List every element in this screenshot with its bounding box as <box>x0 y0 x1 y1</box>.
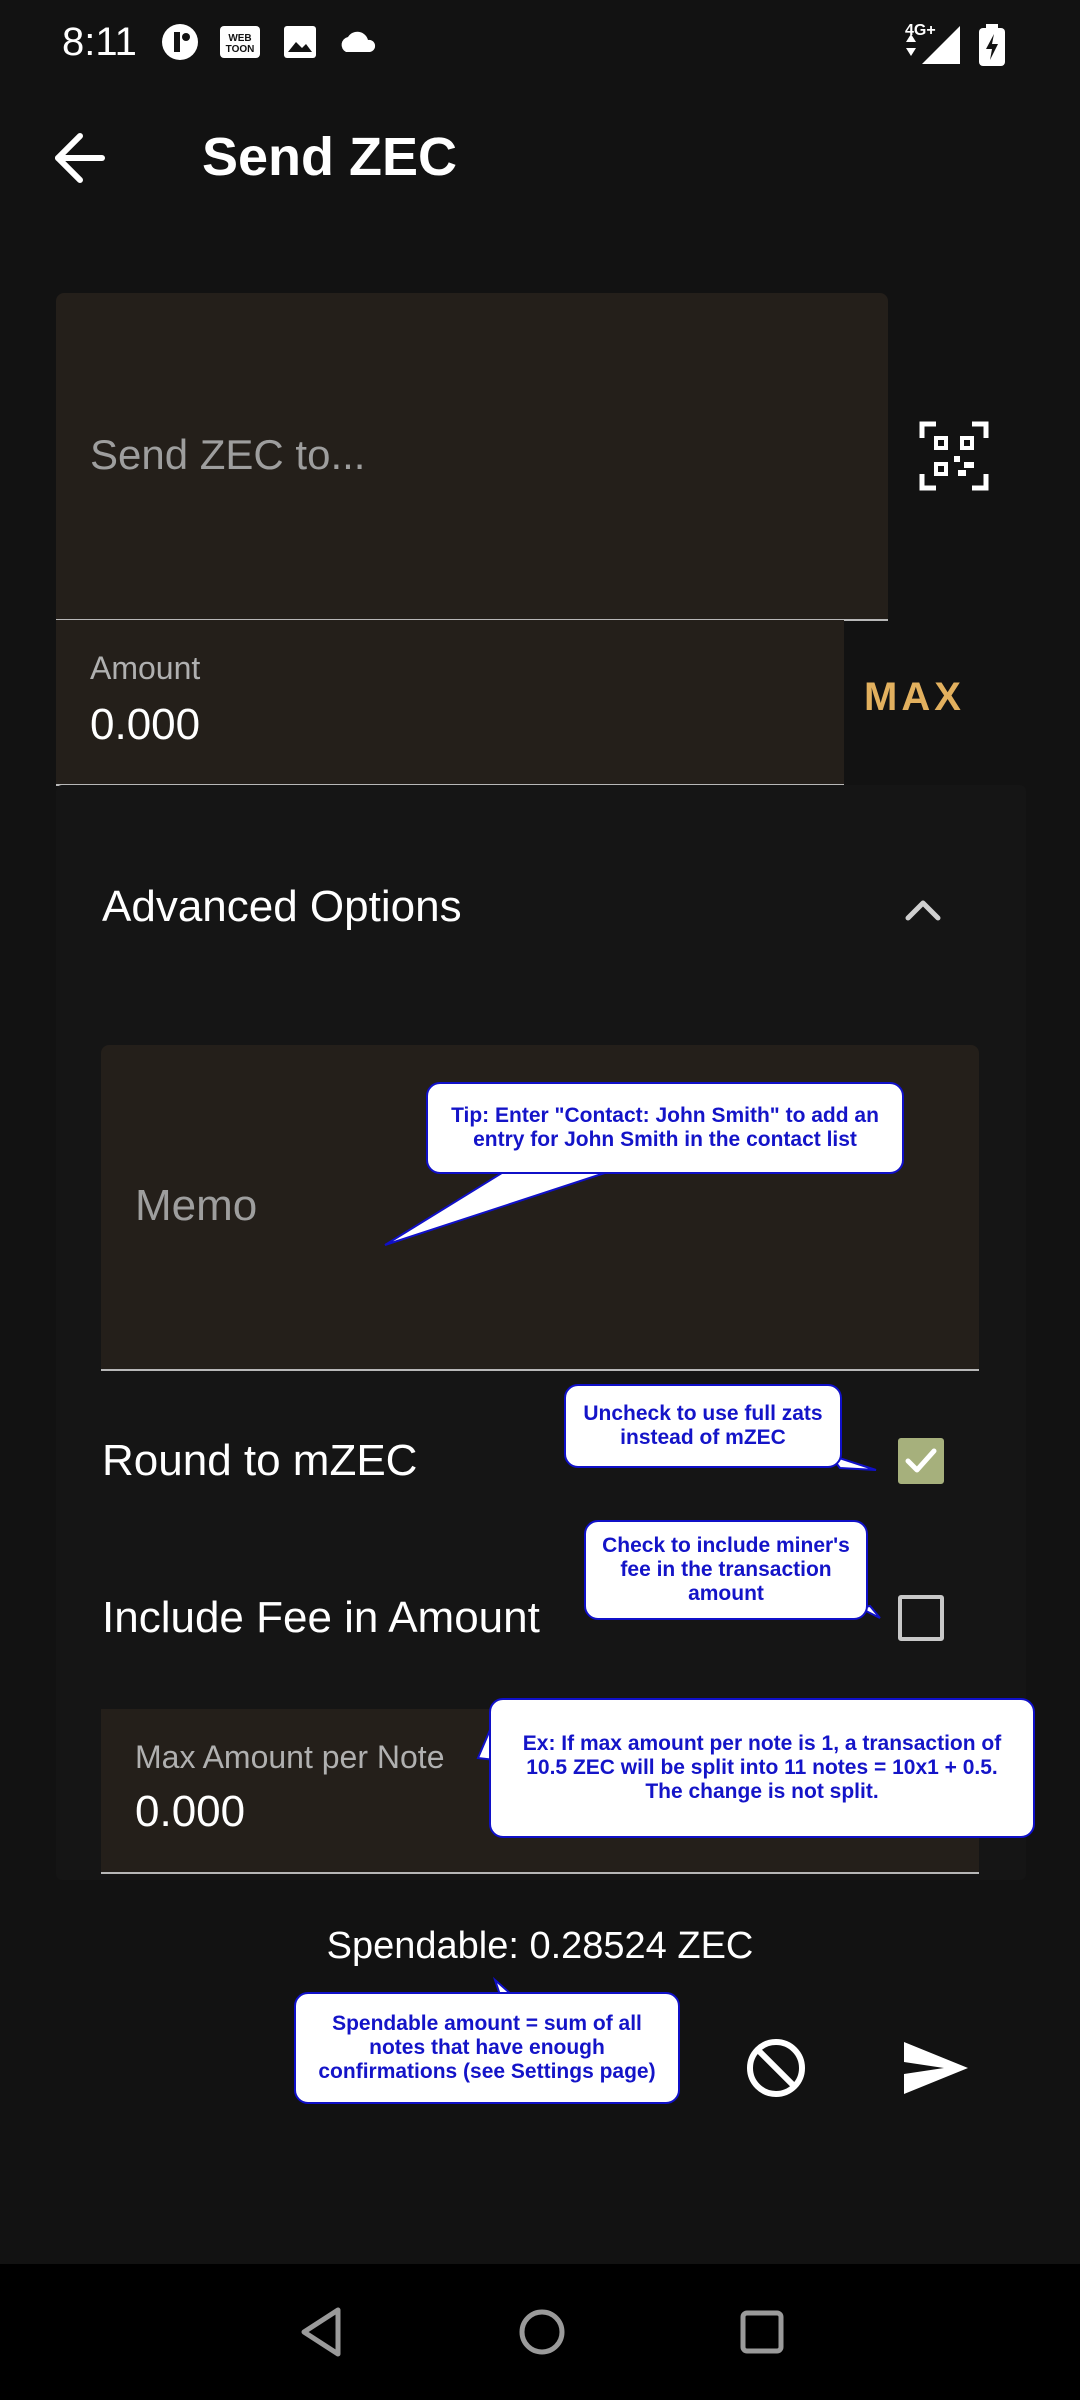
nav-home-icon[interactable] <box>514 2304 570 2360</box>
nav-back-icon[interactable] <box>296 2304 346 2360</box>
nav-recents-icon[interactable] <box>734 2304 790 2360</box>
fee-tip-callout: Check to include miner's fee in the tran… <box>584 1520 868 1620</box>
max-note-tip-callout: Ex: If max amount per note is 1, a trans… <box>489 1698 1035 1838</box>
system-nav-bar <box>0 2264 1080 2400</box>
spendable-tip-callout: Spendable amount = sum of all notes that… <box>294 1992 680 2104</box>
round-tip-callout: Uncheck to use full zats instead of mZEC <box>564 1384 842 1468</box>
memo-tip-callout: Tip: Enter "Contact: John Smith" to add … <box>426 1082 904 1174</box>
